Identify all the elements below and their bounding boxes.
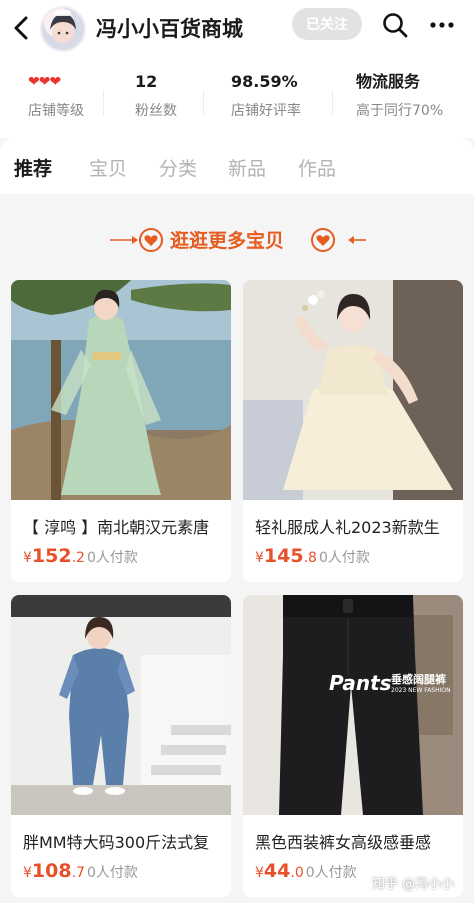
product-image[interactable]: Pants 垂感阔腿裤 2023 NEW FASHION [243, 595, 463, 815]
sold-count: 0人付款 [86, 550, 138, 566]
follow-button[interactable]: 已关注 [292, 8, 362, 40]
product-title[interactable]: 【 淳鸣 】南北朝汉元素唐 [23, 514, 231, 538]
price-row: ¥ 44 .0 0人付款 [255, 860, 357, 882]
shop-stats: ❤❤❤ 店铺等级 12 粉丝数 98.59% 店铺好评率 物流服务 高于同行70… [0, 60, 474, 138]
currency-symbol: ¥ [255, 865, 264, 881]
browse-more-banner: 逛逛更多宝贝 [0, 210, 474, 270]
stat-shop-level[interactable]: ❤❤❤ 店铺等级 [28, 70, 84, 120]
price-integer: 108 [31, 860, 72, 882]
price-row: ¥ 108 .7 0人付款 [23, 860, 138, 882]
stat-value: 12 [135, 72, 158, 91]
stat-fans[interactable]: 12 粉丝数 [135, 70, 177, 120]
top-bar: 冯小小百货商城 已关注 [0, 0, 474, 60]
price-integer: 152 [31, 545, 72, 567]
tab-items[interactable]: 宝贝 [89, 154, 127, 181]
more-options-icon[interactable] [428, 11, 456, 39]
price-decimal: .8 [303, 550, 317, 566]
price-decimal: .7 [71, 865, 85, 881]
banner-title: 逛逛更多宝贝 [170, 230, 285, 252]
currency-symbol: ¥ [23, 865, 32, 881]
sold-count: 0人付款 [305, 865, 357, 881]
product-card[interactable]: 轻礼服成人礼2023新款生 ¥ 145 .8 0人付款 [243, 280, 463, 582]
price-integer: 44 [263, 860, 291, 882]
product-title[interactable]: 轻礼服成人礼2023新款生 [255, 514, 463, 538]
stat-label: 店铺好评率 [231, 103, 301, 119]
price-decimal: .2 [71, 550, 85, 566]
shop-avatar[interactable] [40, 6, 86, 52]
product-card[interactable]: 胖MM特大码300斤法式复 ¥ 108 .7 0人付款 [11, 595, 231, 897]
product-image[interactable] [11, 280, 231, 500]
back-arrow-icon[interactable] [10, 14, 34, 42]
price-row: ¥ 152 .2 0人付款 [23, 545, 138, 567]
product-title[interactable]: 胖MM特大码300斤法式复 [23, 829, 231, 853]
divider [103, 90, 104, 116]
divider [203, 90, 204, 116]
stat-rating[interactable]: 98.59% 店铺好评率 [231, 70, 301, 120]
shop-level-hearts: ❤❤❤ [28, 74, 61, 90]
sold-count: 0人付款 [86, 865, 138, 881]
product-card[interactable]: 【 淳鸣 】南北朝汉元素唐 ¥ 152 .2 0人付款 [11, 280, 231, 582]
product-image[interactable] [11, 595, 231, 815]
tab-new[interactable]: 新品 [228, 154, 266, 181]
currency-symbol: ¥ [23, 550, 32, 566]
tab-bar: 推荐 宝贝 分类 新品 作品 [0, 138, 474, 194]
product-title[interactable]: 黑色西装裤女高级感垂感 [255, 829, 463, 853]
currency-symbol: ¥ [255, 550, 264, 566]
sold-count: 0人付款 [318, 550, 370, 566]
product-overlay-brand: Pants [329, 671, 392, 695]
product-card[interactable]: Pants 垂感阔腿裤 2023 NEW FASHION 黑色西装裤女高级感垂感… [243, 595, 463, 897]
product-overlay-tagline: 垂感阔腿裤 [391, 673, 446, 686]
stat-value: 98.59% [231, 72, 298, 91]
shop-name: 冯小小百货商城 [96, 17, 243, 41]
divider [332, 90, 333, 116]
search-icon[interactable] [381, 11, 409, 39]
price-row: ¥ 145 .8 0人付款 [255, 545, 370, 567]
price-integer: 145 [263, 545, 304, 567]
stat-logistics[interactable]: 物流服务 高于同行70% [356, 70, 443, 120]
product-overlay-sub: 2023 NEW FASHION [391, 687, 451, 694]
watermark: 知乎 @冯小小 [372, 877, 455, 892]
product-image[interactable] [243, 280, 463, 500]
stat-label: 粉丝数 [135, 103, 177, 119]
stat-label: 高于同行70% [356, 103, 444, 119]
price-decimal: .0 [290, 865, 304, 881]
tab-works[interactable]: 作品 [298, 154, 336, 181]
tab-categories[interactable]: 分类 [159, 154, 197, 181]
stat-label: 店铺等级 [28, 103, 84, 119]
stat-value: 物流服务 [356, 72, 421, 91]
tab-recommend[interactable]: 推荐 [14, 154, 52, 181]
